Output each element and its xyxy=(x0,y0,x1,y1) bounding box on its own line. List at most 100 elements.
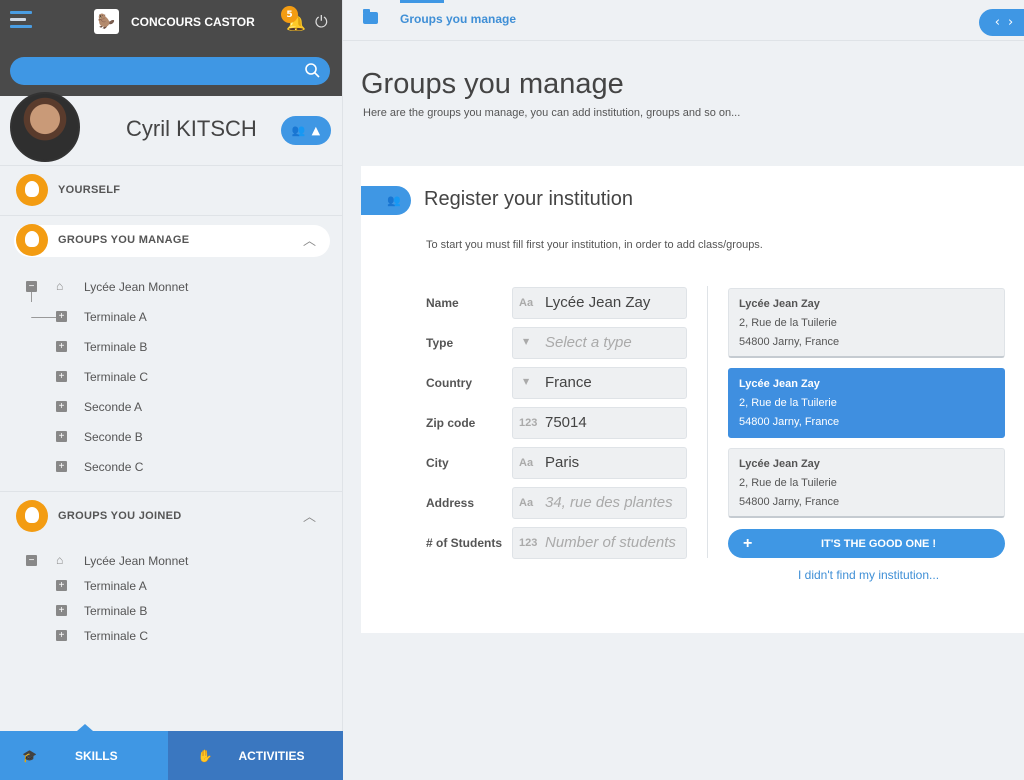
chevron-up-icon[interactable]: ︿ xyxy=(303,230,316,249)
button-label: IT'S THE GOOD ONE ! xyxy=(821,537,937,550)
app-logo: 🦫 xyxy=(94,9,119,34)
page-title: Groups you manage xyxy=(361,68,624,100)
tree-item-label: Seconde B xyxy=(84,430,143,444)
type-select[interactable]: ▼ Select a type xyxy=(512,327,687,359)
menu-icon[interactable] xyxy=(10,11,32,31)
search-icon[interactable] xyxy=(304,62,320,78)
confirm-institution-button[interactable]: + IT'S THE GOOD ONE ! xyxy=(728,529,1005,558)
expand-icon[interactable]: + xyxy=(56,371,67,382)
field-value: Paris xyxy=(545,454,580,471)
name-field[interactable]: Aa Lycée Jean Zay xyxy=(512,287,687,319)
tree-item-label: Terminale A xyxy=(84,310,147,324)
collapse-icon[interactable]: − xyxy=(26,555,37,566)
tree-item[interactable]: + Seconde A xyxy=(0,392,342,422)
person-icon xyxy=(16,174,48,206)
expand-icon[interactable]: + xyxy=(56,431,67,442)
chevron-right-icon[interactable]: › xyxy=(1008,15,1013,30)
tree-item[interactable]: + Seconde C xyxy=(0,452,342,482)
institution-card-selected[interactable]: Lycée Jean Zay 2, Rue de la Tuilerie 548… xyxy=(728,368,1005,438)
field-label: Name xyxy=(426,296,459,310)
institution-card[interactable]: Lycée Jean Zay 2, Rue de la Tuilerie 548… xyxy=(728,448,1005,518)
address-field[interactable]: Aa 34, rue des plantes xyxy=(512,487,687,519)
user-name: Cyril KITSCH xyxy=(126,116,257,141)
sidebar: 🦫 CONCOURS CASTOR 🔔 5 ⏻ Cyril KITSCH 👥 ▲… xyxy=(0,0,343,780)
tree-root[interactable]: − ⌂ Lycée Jean Monnet xyxy=(0,546,342,571)
expand-icon[interactable]: + xyxy=(56,311,67,322)
tree-item[interactable]: + Terminale C xyxy=(0,621,342,646)
home-icon: ⌂ xyxy=(56,279,64,293)
tree-item[interactable]: + Terminale A xyxy=(0,302,342,332)
field-placeholder: 34, rue des plantes xyxy=(545,494,673,511)
text-icon: Aa xyxy=(519,297,534,309)
field-label: Type xyxy=(426,336,454,350)
institution-city: 54800 Jarny, France xyxy=(739,336,840,348)
expand-icon[interactable]: + xyxy=(56,461,67,472)
form-row-type: Type ▼ Select a type xyxy=(426,327,691,359)
breadcrumb: Groups you manage ‹ › xyxy=(343,0,1024,41)
institution-name: Lycée Jean Zay xyxy=(739,298,820,310)
section-groups-manage[interactable]: GROUPS YOU MANAGE ︿ xyxy=(0,216,342,266)
expand-icon[interactable]: + xyxy=(56,630,67,641)
chevron-left-icon[interactable]: ‹ xyxy=(995,15,1000,30)
tab-label: SKILLS xyxy=(74,748,118,763)
field-label: # of Students xyxy=(426,536,503,550)
zip-code-field[interactable]: 123 75014 xyxy=(512,407,687,439)
home-icon: ⌂ xyxy=(56,553,64,567)
search-input[interactable] xyxy=(10,57,330,85)
hand-icon: ✋ xyxy=(197,748,213,763)
expand-icon[interactable]: + xyxy=(56,605,67,616)
number-icon: 123 xyxy=(519,417,538,429)
form-row-name: Name Aa Lycée Jean Zay xyxy=(426,287,691,319)
institution-card[interactable]: Lycée Jean Zay 2, Rue de la Tuilerie 548… xyxy=(728,288,1005,358)
institution-name: Lycée Jean Zay xyxy=(739,458,820,470)
nav-arrows[interactable]: ‹ › xyxy=(979,9,1024,36)
group-icon xyxy=(16,224,48,256)
joined-tree: − ⌂ Lycée Jean Monnet + Terminale A + Te… xyxy=(0,546,342,646)
country-select[interactable]: ▼ France xyxy=(512,367,687,399)
breadcrumb-item[interactable]: Groups you manage xyxy=(400,12,516,26)
students-field[interactable]: 123 Number of students xyxy=(512,527,687,559)
power-icon[interactable]: ⏻ xyxy=(315,12,328,32)
register-card: 👥 Register your institution To start you… xyxy=(361,166,1024,633)
group-menu-button[interactable]: 👥 ▲ xyxy=(281,116,331,145)
expand-icon[interactable]: + xyxy=(56,341,67,352)
tree-item-label: Terminale C xyxy=(84,370,149,384)
tab-label: ACTIVITIES xyxy=(238,748,305,763)
form-row-students: # of Students 123 Number of students xyxy=(426,527,691,559)
tree-item[interactable]: + Terminale C xyxy=(0,362,342,392)
main-content: Groups you manage ‹ › Groups you manage … xyxy=(343,0,1024,780)
tree-item[interactable]: + Terminale B xyxy=(0,596,342,621)
tree-root-label: Lycée Jean Monnet xyxy=(84,280,189,294)
tab-indicator xyxy=(77,724,93,731)
institution-street: 2, Rue de la Tuilerie xyxy=(739,317,837,329)
field-placeholder: Select a type xyxy=(545,334,632,351)
section-yourself[interactable]: YOURSELF xyxy=(0,166,342,216)
field-placeholder: Number of students xyxy=(545,534,676,551)
expand-icon[interactable]: + xyxy=(56,401,67,412)
tab-skills[interactable]: 🎓 SKILLS xyxy=(0,724,168,780)
institution-name: Lycée Jean Zay xyxy=(739,378,820,390)
tree-item-label: Terminale B xyxy=(84,340,148,354)
caret-up-icon: ▲ xyxy=(311,124,321,137)
city-field[interactable]: Aa Paris xyxy=(512,447,687,479)
tree-item-label: Terminale B xyxy=(84,604,148,618)
tree-item[interactable]: + Seconde B xyxy=(0,422,342,452)
chevron-up-icon[interactable]: ︿ xyxy=(303,506,316,525)
tree-item[interactable]: + Terminale A xyxy=(0,571,342,596)
tree-item[interactable]: + Terminale B xyxy=(0,332,342,362)
bottom-tabs: 🎓 SKILLS ✋ ACTIVITIES xyxy=(0,724,343,780)
avatar[interactable] xyxy=(10,92,80,162)
field-label: Country xyxy=(426,376,472,390)
tree-root[interactable]: − ⌂ Lycée Jean Monnet xyxy=(0,272,342,302)
collapse-icon[interactable]: − xyxy=(26,281,37,292)
not-found-link[interactable]: I didn't find my institution... xyxy=(798,568,939,582)
divider xyxy=(707,286,708,558)
managed-tree: − ⌂ Lycée Jean Monnet + Terminale A + Te… xyxy=(0,272,342,482)
app-title: CONCOURS CASTOR xyxy=(131,15,255,29)
expand-icon[interactable]: + xyxy=(56,580,67,591)
tree-root-label: Lycée Jean Monnet xyxy=(84,554,189,568)
section-groups-joined[interactable]: GROUPS YOU JOINED ︿ xyxy=(0,492,342,542)
tab-activities[interactable]: ✋ ACTIVITIES xyxy=(167,731,343,780)
text-icon: Aa xyxy=(519,497,534,509)
institution-city: 54800 Jarny, France xyxy=(739,496,840,508)
